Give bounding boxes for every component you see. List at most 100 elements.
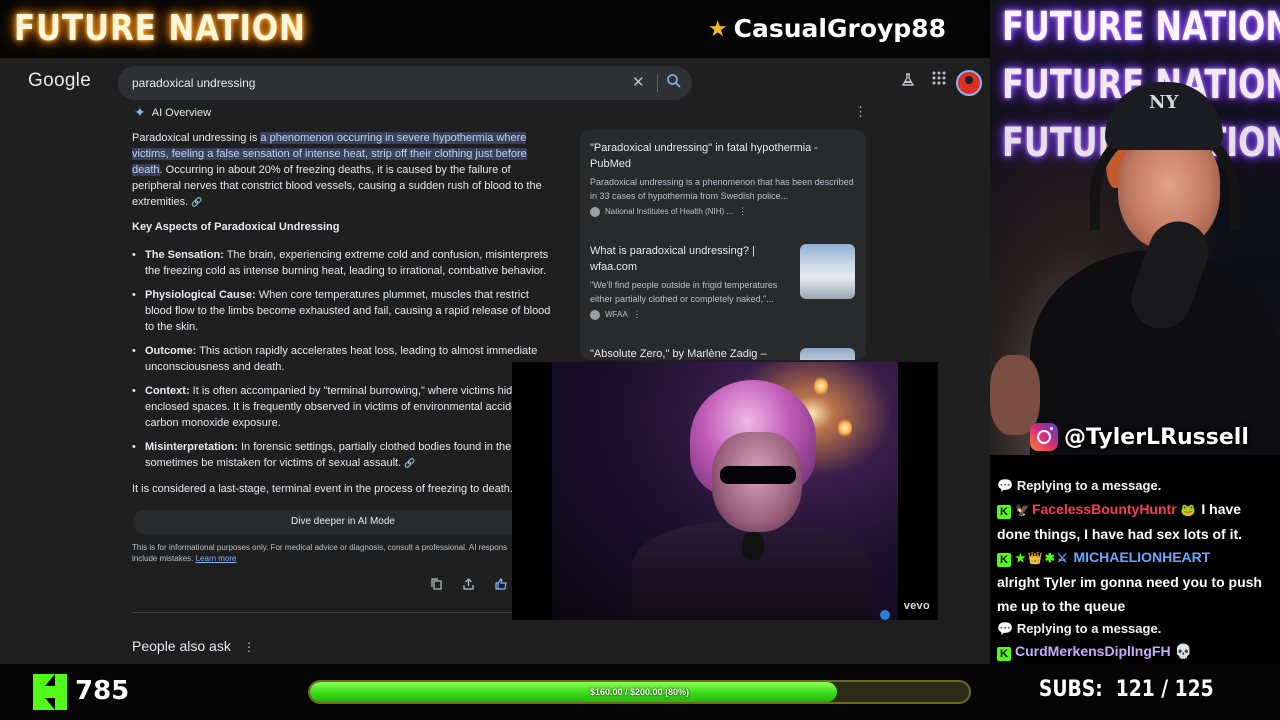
dive-deeper-button[interactable]: Dive deeper in AI Mode bbox=[133, 510, 553, 534]
kick-badge-icon: K bbox=[997, 505, 1011, 519]
copy-icon[interactable] bbox=[431, 578, 442, 593]
sword-icon: ⚔ bbox=[1056, 551, 1068, 565]
search-icon[interactable] bbox=[666, 73, 682, 94]
chat-message: K CurdMerkensDiplIngFH 💀 bbox=[997, 639, 1275, 663]
sunglasses bbox=[720, 466, 796, 484]
more-vert-icon[interactable]: ⋮ bbox=[738, 206, 747, 217]
more-vert-icon[interactable]: ⋮ bbox=[243, 640, 255, 654]
labs-icon[interactable] bbox=[901, 73, 915, 92]
people-also-ask-heading: People also ask bbox=[132, 638, 231, 654]
learn-more-link[interactable]: Learn more bbox=[196, 554, 237, 563]
vevo-watermark: vevo bbox=[903, 600, 930, 612]
source-title: What is paradoxical undressing? | wfaa.c… bbox=[590, 245, 755, 273]
donation-goal-label: $160.00 / $200.00 (80%) bbox=[589, 687, 690, 697]
speech-bubble-icon: 💬 bbox=[997, 621, 1014, 636]
source-site: WFAA bbox=[605, 310, 628, 319]
list-item: Outcome: This action rapidly accelerates… bbox=[132, 343, 552, 375]
kick-badge-icon: K bbox=[997, 647, 1011, 661]
subs-label: SUBS: bbox=[1039, 677, 1104, 702]
stream-top-banner: FUTURE NATION ★ CasualGroyp88 bbox=[0, 0, 990, 58]
badge-icon: 🦅 bbox=[1015, 503, 1030, 517]
chat-message: K 🦅 FacelessBountyHuntr 🐸 I have done thin… bbox=[997, 497, 1275, 546]
latest-follower: ★ CasualGroyp88 bbox=[708, 14, 946, 43]
follower-name: CasualGroyp88 bbox=[733, 14, 946, 43]
search-input[interactable] bbox=[132, 66, 612, 100]
source-card[interactable]: "Paradoxical undressing" in fatal hypoth… bbox=[590, 140, 858, 217]
video-frame bbox=[552, 362, 898, 620]
google-logo[interactable]: Google bbox=[28, 70, 91, 92]
chat-reply-notice: 💬 Replying to a message. bbox=[997, 621, 1162, 636]
microphone bbox=[742, 532, 764, 560]
source-snippet: Paradoxical undressing is a phenomenon t… bbox=[590, 177, 854, 201]
source-thumbnail[interactable] bbox=[800, 348, 855, 360]
source-card[interactable]: What is paradoxical undressing? | wfaa.c… bbox=[590, 243, 795, 320]
link-icon[interactable]: 🔗 bbox=[191, 197, 202, 207]
list-item: Misinterpretation: In forensic settings,… bbox=[132, 439, 552, 471]
emote-icon: 🐸 bbox=[1180, 503, 1196, 517]
thumbs-up-icon[interactable] bbox=[495, 578, 507, 593]
crown-icon: 👑 bbox=[1027, 551, 1043, 565]
chat-username[interactable]: MICHAELIONHEART bbox=[1073, 549, 1210, 565]
instagram-username: @TylerLRussell bbox=[1064, 424, 1249, 450]
ai-overview-label: AI Overview bbox=[151, 106, 212, 119]
source-meta: WFAA ⋮ bbox=[590, 309, 795, 320]
chat-username[interactable]: CurdMerkensDiplIngFH bbox=[1015, 643, 1171, 659]
chat-username[interactable]: FacelessBountyHuntr bbox=[1032, 501, 1177, 517]
video-indicator bbox=[880, 610, 890, 620]
source-title: "Paradoxical undressing" in fatal hypoth… bbox=[590, 142, 818, 170]
account-avatar[interactable] bbox=[956, 70, 982, 96]
instagram-handle: @TylerLRussell bbox=[1030, 423, 1249, 451]
subs-counter: SUBS: 121 / 125 bbox=[1039, 677, 1214, 702]
site-favicon-icon bbox=[590, 309, 600, 320]
link-icon[interactable]: 🔗 bbox=[404, 458, 415, 468]
donation-goal-bar: $160.00 / $200.00 (80%) bbox=[308, 680, 971, 704]
ai-overview-header: ✦ AI Overview bbox=[134, 104, 211, 121]
source-site: National Institutes of Health (NIH) ... bbox=[605, 207, 734, 216]
apps-icon[interactable] bbox=[932, 71, 946, 90]
candle-light bbox=[814, 376, 828, 396]
badge-icon: ✱ bbox=[1044, 551, 1055, 565]
list-item: The Sensation: The brain, experiencing e… bbox=[132, 247, 552, 279]
search-divider bbox=[657, 74, 658, 92]
more-vert-icon[interactable]: ⋮ bbox=[633, 309, 642, 320]
stream-chat: 💬 Replying to a message. K 🦅 FacelessBount… bbox=[990, 455, 1280, 664]
kick-count: 785 bbox=[75, 676, 130, 706]
webcam-feed: FUTURE NATION FUTURE NATION FUTURE NATIO… bbox=[990, 0, 1280, 455]
intro-lead: Paradoxical undressing is bbox=[132, 132, 261, 144]
ai-conclusion: It is considered a last-stage, terminal … bbox=[132, 483, 513, 495]
chat-message: K ★ 👑 ✱ ⚔ MICHAELIONHEART alright Tyler im go… bbox=[997, 545, 1275, 618]
source-card[interactable]: "Absolute Zero," by Marlène Zadig – bbox=[590, 346, 795, 360]
stream-bottom-bar: 785 $160.00 / $200.00 (80%) SUBS: 121 / … bbox=[0, 664, 1280, 720]
source-snippet: "We'll find people outside in frigid tem… bbox=[590, 280, 778, 304]
key-aspects-list: The Sensation: The brain, experiencing e… bbox=[132, 247, 552, 479]
chat-message-text: alright Tyler im gonna need you to push … bbox=[997, 574, 1262, 614]
chat-reply-notice: 💬 Replying to a message. bbox=[997, 478, 1162, 493]
source-thumbnail[interactable] bbox=[800, 244, 855, 299]
badge-icon: ★ bbox=[1015, 551, 1026, 565]
star-icon: ★ bbox=[707, 15, 728, 41]
ai-overview-intro: Paradoxical undressing is a phenomenon o… bbox=[132, 130, 552, 210]
sparkle-icon: ✦ bbox=[134, 104, 146, 120]
ai-sources-panel: "Paradoxical undressing" in fatal hypoth… bbox=[580, 130, 866, 360]
list-item: Context: It is often accompanied by "ter… bbox=[132, 383, 552, 431]
music-video-overlay[interactable]: vevo bbox=[512, 362, 938, 620]
ai-disclaimer: This is for informational purposes only.… bbox=[132, 543, 508, 563]
subs-value: 121 / 125 bbox=[1116, 677, 1214, 702]
clear-icon[interactable]: ✕ bbox=[632, 73, 645, 91]
more-vert-icon[interactable]: ⋮ bbox=[854, 104, 867, 120]
share-icon[interactable] bbox=[463, 578, 474, 593]
kick-logo-icon bbox=[33, 674, 67, 710]
neon-sign: FUTURE NATION bbox=[1002, 4, 1280, 50]
skull-icon: 💀 bbox=[1174, 643, 1192, 659]
search-bar: ✕ bbox=[118, 66, 692, 100]
source-meta: National Institutes of Health (NIH) ... … bbox=[590, 206, 858, 217]
key-aspects-heading: Key Aspects of Paradoxical Undressing bbox=[132, 221, 340, 233]
speech-bubble-icon: 💬 bbox=[997, 478, 1014, 493]
list-item: Physiological Cause: When core temperatu… bbox=[132, 287, 552, 335]
instagram-icon bbox=[1030, 423, 1058, 451]
candle-light bbox=[838, 418, 852, 438]
site-favicon-icon bbox=[590, 206, 600, 217]
source-title: "Absolute Zero," by Marlène Zadig – bbox=[590, 348, 767, 360]
kick-badge-icon: K bbox=[997, 553, 1011, 567]
brand-title: FUTURE NATION bbox=[14, 8, 306, 49]
